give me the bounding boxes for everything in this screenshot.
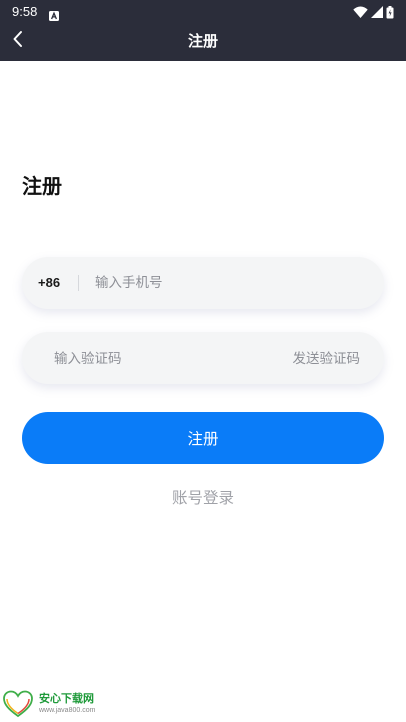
register-button[interactable]: 注册 xyxy=(22,412,384,464)
verification-code-input[interactable] xyxy=(54,349,254,369)
watermark-title: 安心下载网 xyxy=(39,692,94,705)
app-bar-title: 注册 xyxy=(187,32,218,50)
verification-code-field: 发送验证码 xyxy=(22,332,384,384)
status-bar: 9:58 xyxy=(0,0,406,24)
app-bar: 注册 xyxy=(0,24,406,61)
status-time: 9:58 xyxy=(12,4,38,19)
country-code-selector[interactable]: +86 xyxy=(38,273,60,293)
send-code-button[interactable]: 发送验证码 xyxy=(293,349,361,369)
wifi-icon xyxy=(353,6,368,18)
account-login-link[interactable]: 账号登录 xyxy=(0,488,406,508)
notification-app-icon xyxy=(49,6,59,21)
heart-logo-icon xyxy=(3,690,33,718)
watermark-url: www.java800.com xyxy=(39,707,96,714)
phone-input[interactable] xyxy=(95,273,365,293)
signal-icon xyxy=(371,6,383,18)
page-title: 注册 xyxy=(22,174,62,198)
battery-icon xyxy=(386,5,394,19)
field-divider xyxy=(78,275,79,291)
watermark: 安心下载网 www.java800.com xyxy=(3,690,113,718)
top-bar: 9:58 注册 xyxy=(0,0,406,61)
phone-field: +86 xyxy=(22,257,384,309)
status-indicators xyxy=(353,5,394,19)
